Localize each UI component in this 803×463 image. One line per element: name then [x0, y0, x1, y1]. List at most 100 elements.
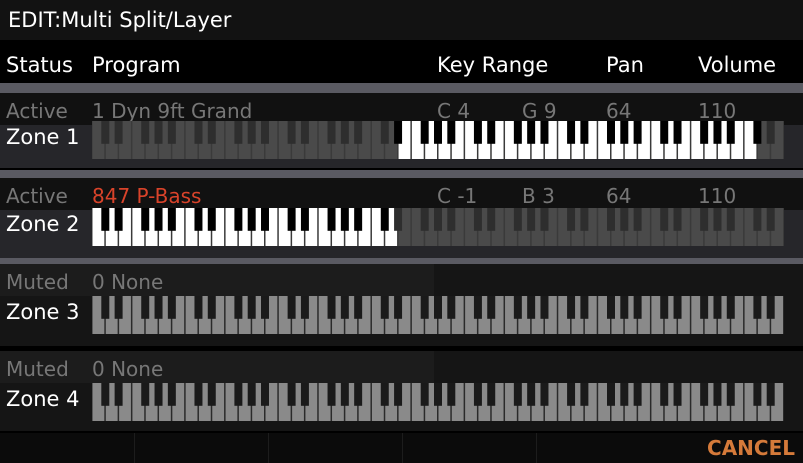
black-key — [726, 296, 735, 319]
black-key — [167, 296, 176, 319]
zone-key-lo[interactable]: C 4 — [437, 99, 470, 123]
black-key — [300, 383, 309, 406]
black-key — [567, 121, 576, 144]
black-key — [633, 383, 642, 406]
black-key — [167, 208, 176, 231]
black-key — [354, 208, 363, 231]
black-key — [447, 296, 456, 319]
zone-keyboard[interactable] — [92, 121, 784, 159]
zone-1[interactable]: Active 1 Dyn 9ft Grand C 4 G 9 64 110 Zo… — [0, 93, 803, 168]
black-key — [287, 383, 296, 406]
zone-key-hi[interactable]: B 3 — [522, 184, 555, 208]
black-key — [194, 121, 203, 144]
black-key — [513, 383, 522, 406]
zone-status[interactable]: Muted — [6, 270, 69, 294]
black-key — [287, 208, 296, 231]
black-key — [287, 121, 296, 144]
black-key — [527, 296, 536, 319]
black-key — [673, 383, 682, 406]
black-key — [327, 383, 336, 406]
zone-status[interactable]: Active — [6, 99, 68, 123]
black-key — [394, 296, 403, 319]
black-key — [540, 296, 549, 319]
keyboard-svg — [92, 208, 784, 246]
black-key — [713, 208, 722, 231]
black-key — [420, 208, 429, 231]
black-key — [261, 383, 269, 406]
black-key — [300, 208, 309, 231]
black-key — [340, 208, 349, 231]
keyboard-svg — [92, 383, 784, 421]
black-key — [580, 121, 589, 144]
black-key — [420, 121, 429, 144]
page-title: EDIT:Multi Split/Layer — [8, 8, 232, 32]
black-key — [660, 296, 669, 319]
zone-key-hi[interactable]: G 9 — [522, 99, 557, 123]
black-key — [753, 383, 762, 406]
black-key — [580, 296, 589, 319]
black-key — [101, 383, 110, 406]
zone-pan[interactable]: 64 — [606, 184, 631, 208]
softkey-2[interactable] — [134, 433, 269, 463]
black-key — [434, 296, 442, 319]
black-key — [114, 296, 123, 319]
black-key — [234, 121, 243, 144]
black-key — [700, 296, 709, 319]
zone-keyboard[interactable] — [92, 208, 784, 246]
col-program: Program — [92, 53, 181, 77]
cancel-button[interactable]: CANCEL — [707, 436, 795, 460]
zone-volume[interactable]: 110 — [698, 99, 736, 123]
black-key — [207, 296, 216, 319]
black-key — [154, 296, 163, 319]
black-key — [247, 121, 256, 144]
black-key — [141, 383, 150, 406]
black-key — [207, 208, 216, 231]
black-key — [673, 121, 682, 144]
black-key — [567, 208, 576, 231]
black-key — [380, 208, 389, 231]
zone-2[interactable]: Active 847 P-Bass C -1 B 3 64 110 Zone 2 — [0, 178, 803, 258]
black-key — [726, 383, 735, 406]
zone-volume[interactable]: 110 — [698, 184, 736, 208]
zone-keyboard[interactable] — [92, 296, 784, 334]
zone-program[interactable]: 0 None — [92, 270, 163, 294]
softkey-bar: CANCEL — [0, 433, 803, 463]
black-key — [340, 121, 349, 144]
zone-status[interactable]: Muted — [6, 357, 69, 381]
black-key — [394, 208, 403, 231]
black-key — [194, 383, 203, 406]
zone-program[interactable]: 847 P-Bass — [92, 184, 201, 208]
black-key — [141, 208, 150, 231]
black-key — [620, 121, 629, 144]
black-key — [234, 383, 243, 406]
zone-3[interactable]: Muted 0 None Zone 3 — [0, 264, 803, 346]
black-key — [287, 296, 296, 319]
zone-program[interactable]: 1 Dyn 9ft Grand — [92, 99, 252, 123]
keyboard-svg — [92, 296, 784, 334]
black-key — [194, 208, 203, 231]
black-key — [354, 121, 363, 144]
softkey-5[interactable] — [536, 433, 671, 463]
black-key — [620, 296, 629, 319]
black-key — [473, 383, 482, 406]
zone-key-lo[interactable]: C -1 — [437, 184, 477, 208]
black-key — [726, 208, 735, 231]
black-key — [434, 121, 442, 144]
black-key — [101, 296, 110, 319]
softkey-4[interactable] — [402, 433, 537, 463]
zone-keyboard[interactable] — [92, 383, 784, 421]
black-key — [487, 296, 496, 319]
zone-program[interactable]: 0 None — [92, 357, 163, 381]
zone-pan[interactable]: 64 — [606, 99, 631, 123]
black-key — [101, 121, 110, 144]
zone-4[interactable]: Muted 0 None Zone 4 — [0, 351, 803, 431]
softkey-3[interactable] — [268, 433, 403, 463]
zone-status[interactable]: Active — [6, 184, 68, 208]
black-key — [141, 296, 150, 319]
black-key — [394, 121, 403, 144]
softkey-1[interactable] — [0, 433, 134, 463]
black-key — [633, 121, 642, 144]
black-key — [380, 296, 389, 319]
black-key — [540, 121, 549, 144]
black-key — [620, 208, 629, 231]
